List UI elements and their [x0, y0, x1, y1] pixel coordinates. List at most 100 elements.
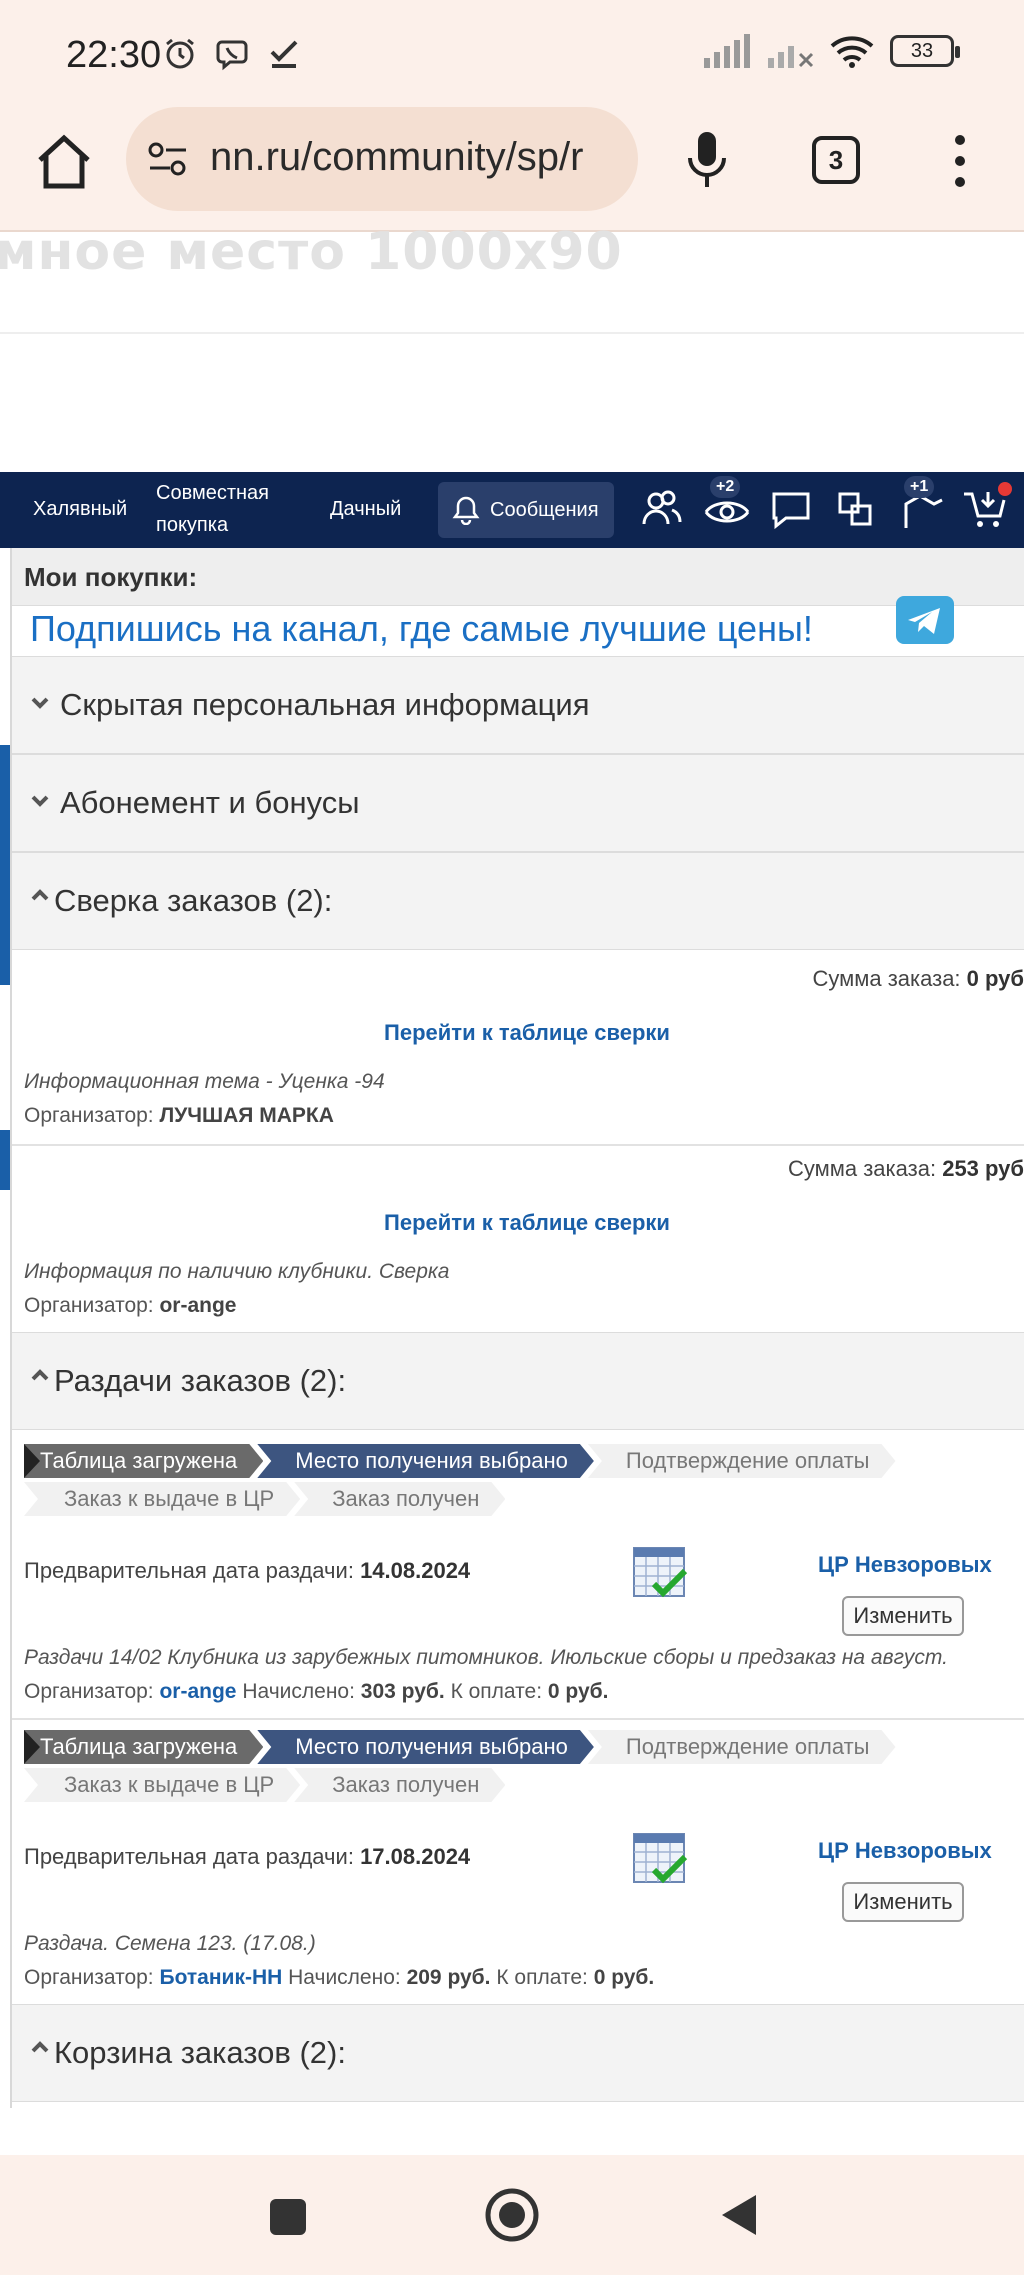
- chevron-up-icon: [31, 1369, 49, 1381]
- sum-value: 0 руб: [966, 966, 1024, 991]
- topic-title: Информационная тема - Уценка -94: [24, 1070, 385, 1093]
- table-check-icon[interactable]: [632, 1544, 690, 1602]
- organizer-label: Организатор:: [24, 1294, 154, 1317]
- pickup-point-link[interactable]: ЦР Невзоровых: [818, 1552, 992, 1578]
- step-table-loaded: Таблица загружена: [24, 1444, 263, 1478]
- organizer-line: Организатор: or-ange Начислено: 303 руб.…: [24, 1680, 608, 1704]
- section-subscription[interactable]: Абонемент и бонусы: [12, 754, 1024, 852]
- chevron-up-icon: [31, 2041, 49, 2053]
- order-sum: Сумма заказа: 253 руб: [788, 1156, 1024, 1182]
- nav-item-free[interactable]: Халявный: [33, 492, 127, 526]
- pay-label: К оплате:: [496, 1966, 588, 1989]
- change-button[interactable]: Изменить: [842, 1882, 964, 1922]
- section-label: Сверка заказов (2):: [54, 883, 333, 918]
- organizer-link[interactable]: Ботаник-НН: [159, 1966, 282, 1989]
- sum-label: Сумма заказа:: [812, 966, 961, 991]
- pay-label: К оплате:: [450, 1680, 543, 1703]
- topic-title: Раздача. Семена 123. (17.08.): [24, 1932, 316, 1955]
- pay-value: 0 руб.: [547, 1680, 609, 1703]
- ad-placeholder: мное место 1000x90: [0, 222, 623, 282]
- panel-title: Мои покупки:: [24, 562, 198, 592]
- url-text[interactable]: nn.ru/community/sp/r: [210, 135, 620, 180]
- organizer-link[interactable]: or-ange: [159, 1680, 236, 1703]
- messages-label: Сообщения: [490, 498, 599, 521]
- panel-header: Мои покупки:: [12, 548, 1024, 606]
- reconcile-table-link[interactable]: Перейти к таблице сверки: [12, 1020, 1024, 1046]
- section-reconcile[interactable]: Сверка заказов (2):: [12, 852, 1024, 950]
- chevron-down-icon: [31, 697, 49, 709]
- section-label: Скрытая персональная информация: [60, 687, 590, 722]
- topic-title: Информация по наличию клубники. Сверка: [24, 1260, 450, 1283]
- sum-label: Сумма заказа:: [787, 1156, 937, 1181]
- date-value: 14.08.2024: [360, 1558, 471, 1583]
- recents-icon[interactable]: [266, 2195, 310, 2239]
- notification-dot: [998, 482, 1012, 496]
- site-settings-icon[interactable]: [146, 138, 190, 182]
- section-hidden-info[interactable]: Скрытая персональная информация: [12, 656, 1024, 754]
- table-check-icon[interactable]: [632, 1830, 690, 1888]
- chevron-down-icon: [31, 795, 49, 807]
- section-cart[interactable]: Корзина заказов (2):: [12, 2004, 1024, 2102]
- friends-icon[interactable]: [636, 484, 686, 534]
- background-edge-fragment: [0, 1130, 10, 1190]
- step-pickup-selected: Место получения выбрано: [257, 1730, 594, 1764]
- step-ready-at-cr: Заказ к выдаче в ЦР: [24, 1768, 300, 1802]
- reconcile-table-link[interactable]: Перейти к таблице сверки: [12, 1210, 1024, 1236]
- microphone-icon[interactable]: [682, 130, 732, 190]
- telegram-promo-link[interactable]: Подпишись на канал, где самые лучшие цен…: [30, 608, 813, 650]
- organizer-label: Организатор:: [24, 1104, 154, 1127]
- sum-value: 253 руб: [942, 1156, 1024, 1181]
- telegram-icon[interactable]: [896, 596, 954, 644]
- divider: [0, 332, 1024, 334]
- status-bar: 22:30 33: [0, 0, 1024, 110]
- section-label: Корзина заказов (2):: [54, 2035, 346, 2070]
- back-icon[interactable]: [716, 2191, 760, 2239]
- organizer-line: Организатор: ЛУЧШАЯ МАРКА: [24, 1104, 334, 1128]
- step-order-received: Заказ получен: [294, 1482, 505, 1516]
- divider: [12, 1144, 1024, 1146]
- date-label: Предварительная дата раздачи:: [24, 1558, 354, 1583]
- section-distribution[interactable]: Раздачи заказов (2):: [12, 1332, 1024, 1430]
- section-label: Раздачи заказов (2):: [54, 1363, 347, 1398]
- accrued-value: 303 руб.: [360, 1680, 445, 1703]
- order-progress-steps: Таблица загружена Место получения выбран…: [24, 1730, 890, 1764]
- step-order-received: Заказ получен: [294, 1768, 505, 1802]
- nav-item-dacha[interactable]: Дачный: [330, 492, 401, 526]
- check-icon: [264, 34, 304, 74]
- viber-icon: [212, 34, 252, 74]
- wifi-icon: [830, 36, 874, 68]
- views-badge: +2: [710, 476, 741, 498]
- my-purchases-panel: Мои покупки: Подпишись на канал, где сам…: [10, 548, 1024, 2108]
- windows-icon[interactable]: [832, 484, 882, 534]
- order-progress-steps-row2: Заказ к выдаче в ЦР Заказ получен: [24, 1768, 499, 1802]
- flag-badge: +1: [904, 476, 935, 498]
- accrued-label: Начислено:: [242, 1680, 355, 1703]
- status-system-icons: 33: [702, 34, 960, 68]
- home-icon[interactable]: [32, 130, 96, 194]
- messages-button[interactable]: Сообщения: [438, 482, 614, 538]
- alarm-icon: [160, 34, 200, 74]
- step-ready-at-cr: Заказ к выдаче в ЦР: [24, 1482, 300, 1516]
- topic-title: Раздачи 14/02 Клубника из зарубежных пит…: [24, 1646, 949, 1669]
- clock: 22:30: [66, 34, 162, 76]
- change-button[interactable]: Изменить: [842, 1596, 964, 1636]
- divider: [12, 1718, 1024, 1720]
- site-navbar: Халявный Совместная покупка Дачный Сообщ…: [0, 472, 1024, 548]
- nav-item-joint-purchase-line2[interactable]: покупка: [156, 508, 228, 542]
- more-menu-icon[interactable]: [950, 132, 970, 190]
- pickup-point-link[interactable]: ЦР Невзоровых: [818, 1838, 992, 1864]
- pay-value: 0 руб.: [593, 1966, 655, 1989]
- step-pickup-selected: Место получения выбрано: [257, 1444, 594, 1478]
- nav-item-joint-purchase-line1[interactable]: Совместная: [156, 476, 269, 510]
- chat-icon[interactable]: [766, 484, 816, 534]
- organizer-label: Организатор:: [24, 1680, 154, 1703]
- order-progress-steps-row2: Заказ к выдаче в ЦР Заказ получен: [24, 1482, 499, 1516]
- android-navigation-bar: [0, 2155, 1024, 2275]
- signal-no-service-icon: [768, 46, 814, 68]
- distribution-date: Предварительная дата раздачи: 17.08.2024: [24, 1844, 470, 1870]
- order-sum: Сумма заказа: 0 руб: [812, 966, 1024, 992]
- organizer-line: Организатор: or-ange: [24, 1294, 237, 1318]
- tab-switcher-button[interactable]: 3: [812, 136, 860, 184]
- home-nav-icon[interactable]: [484, 2187, 540, 2243]
- organizer-name: ЛУЧШАЯ МАРКА: [159, 1104, 334, 1127]
